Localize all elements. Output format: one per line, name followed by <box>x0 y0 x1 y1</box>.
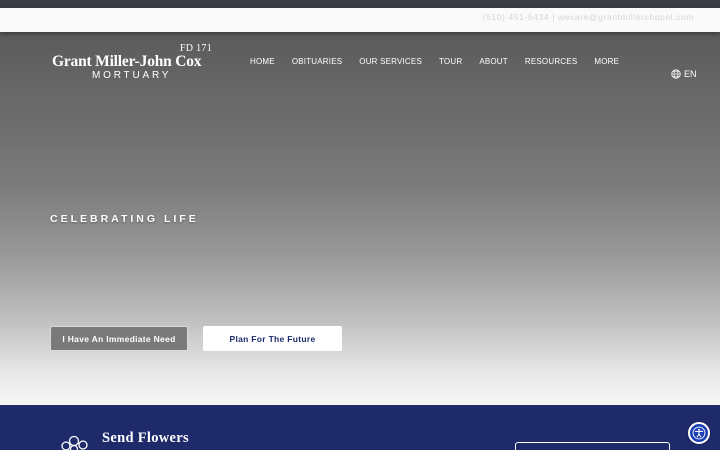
main-nav: HOME OBITUARIES OUR SERVICES TOUR ABOUT … <box>250 57 619 66</box>
email-link[interactable]: wecare@grantmillerchapel.com <box>558 12 694 22</box>
language-code: EN <box>684 69 697 79</box>
phone-link[interactable]: (510) 451-6434 <box>483 12 550 22</box>
top-strip <box>0 0 720 8</box>
logo[interactable]: FD 171 Grant Miller-John Cox MORTUARY <box>52 43 217 85</box>
nav-item-tour[interactable]: TOUR <box>439 57 462 66</box>
send-flowers-bar: Send Flowers <box>0 405 720 450</box>
logo-subtitle: MORTUARY <box>92 70 172 81</box>
flower-bouquet-icon <box>61 435 88 450</box>
plan-future-button[interactable]: Plan For The Future <box>203 326 342 351</box>
nav-item-about[interactable]: ABOUT <box>479 57 508 66</box>
contact-bar: (510) 451-6434 | wecare@grantmillerchapel.… <box>0 8 720 32</box>
contact-separator: | <box>552 12 556 22</box>
send-flowers-title: Send Flowers <box>102 430 189 446</box>
language-selector[interactable]: EN <box>671 69 697 79</box>
immediate-need-button[interactable]: I Have An Immediate Need <box>50 326 188 351</box>
nav-item-our-services[interactable]: OUR SERVICES <box>359 57 422 66</box>
accessibility-icon <box>692 426 706 440</box>
contact-info: (510) 451-6434 | wecare@grantmillerchapel.… <box>483 12 694 22</box>
nav-item-resources[interactable]: RESOURCES <box>525 57 577 66</box>
nav-item-more[interactable]: MORE <box>594 57 619 66</box>
logo-name: Grant Miller-John Cox <box>52 53 202 70</box>
hero-tagline: CELEBRATING LIFE <box>50 213 199 225</box>
globe-icon <box>671 69 681 79</box>
nav-item-obituaries[interactable]: OBITUARIES <box>292 57 342 66</box>
nav-item-home[interactable]: HOME <box>250 57 275 66</box>
accessibility-button[interactable] <box>688 422 710 444</box>
send-flowers-button[interactable] <box>515 442 670 450</box>
